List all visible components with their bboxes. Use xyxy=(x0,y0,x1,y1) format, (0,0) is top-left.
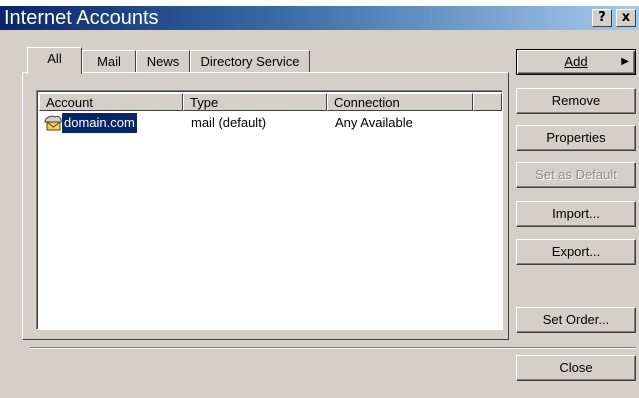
triangle-right-icon: ▶ xyxy=(621,56,629,67)
column-header-filler xyxy=(473,93,502,111)
close-button[interactable]: Close xyxy=(516,355,636,381)
export-button[interactable]: Export... xyxy=(516,239,636,265)
list-item[interactable]: domain.com mail (default) Any Available xyxy=(39,113,499,133)
tab-directory-service[interactable]: Directory Service xyxy=(190,50,310,73)
window-title: Internet Accounts xyxy=(4,7,159,29)
column-header-connection[interactable]: Connection xyxy=(327,93,473,111)
tab-all[interactable]: All xyxy=(27,47,82,74)
help-button[interactable]: ? xyxy=(592,9,612,27)
add-button-label: Add xyxy=(564,54,588,69)
add-button[interactable]: Add ▶ xyxy=(516,49,636,75)
divider xyxy=(30,347,636,349)
account-connection: Any Available xyxy=(335,115,413,130)
account-name: domain.com xyxy=(62,113,137,133)
close-window-button[interactable]: x xyxy=(616,9,636,27)
set-as-default-button[interactable]: Set as Default xyxy=(516,162,636,188)
tab-news[interactable]: News xyxy=(136,50,190,73)
column-header-account[interactable]: Account xyxy=(39,93,183,111)
column-header-type[interactable]: Type xyxy=(183,93,327,111)
accounts-list[interactable]: Account Type Connection domain.com mail … xyxy=(36,90,503,330)
list-header: Account Type Connection xyxy=(39,93,502,111)
set-order-button[interactable]: Set Order... xyxy=(516,307,636,333)
import-button[interactable]: Import... xyxy=(516,201,636,227)
mail-account-icon xyxy=(43,114,63,138)
tab-mail[interactable]: Mail xyxy=(82,50,136,73)
title-bar[interactable]: Internet Accounts ? x xyxy=(0,6,639,30)
properties-button[interactable]: Properties xyxy=(516,125,636,151)
remove-button[interactable]: Remove xyxy=(516,88,636,114)
account-type: mail (default) xyxy=(191,115,267,130)
